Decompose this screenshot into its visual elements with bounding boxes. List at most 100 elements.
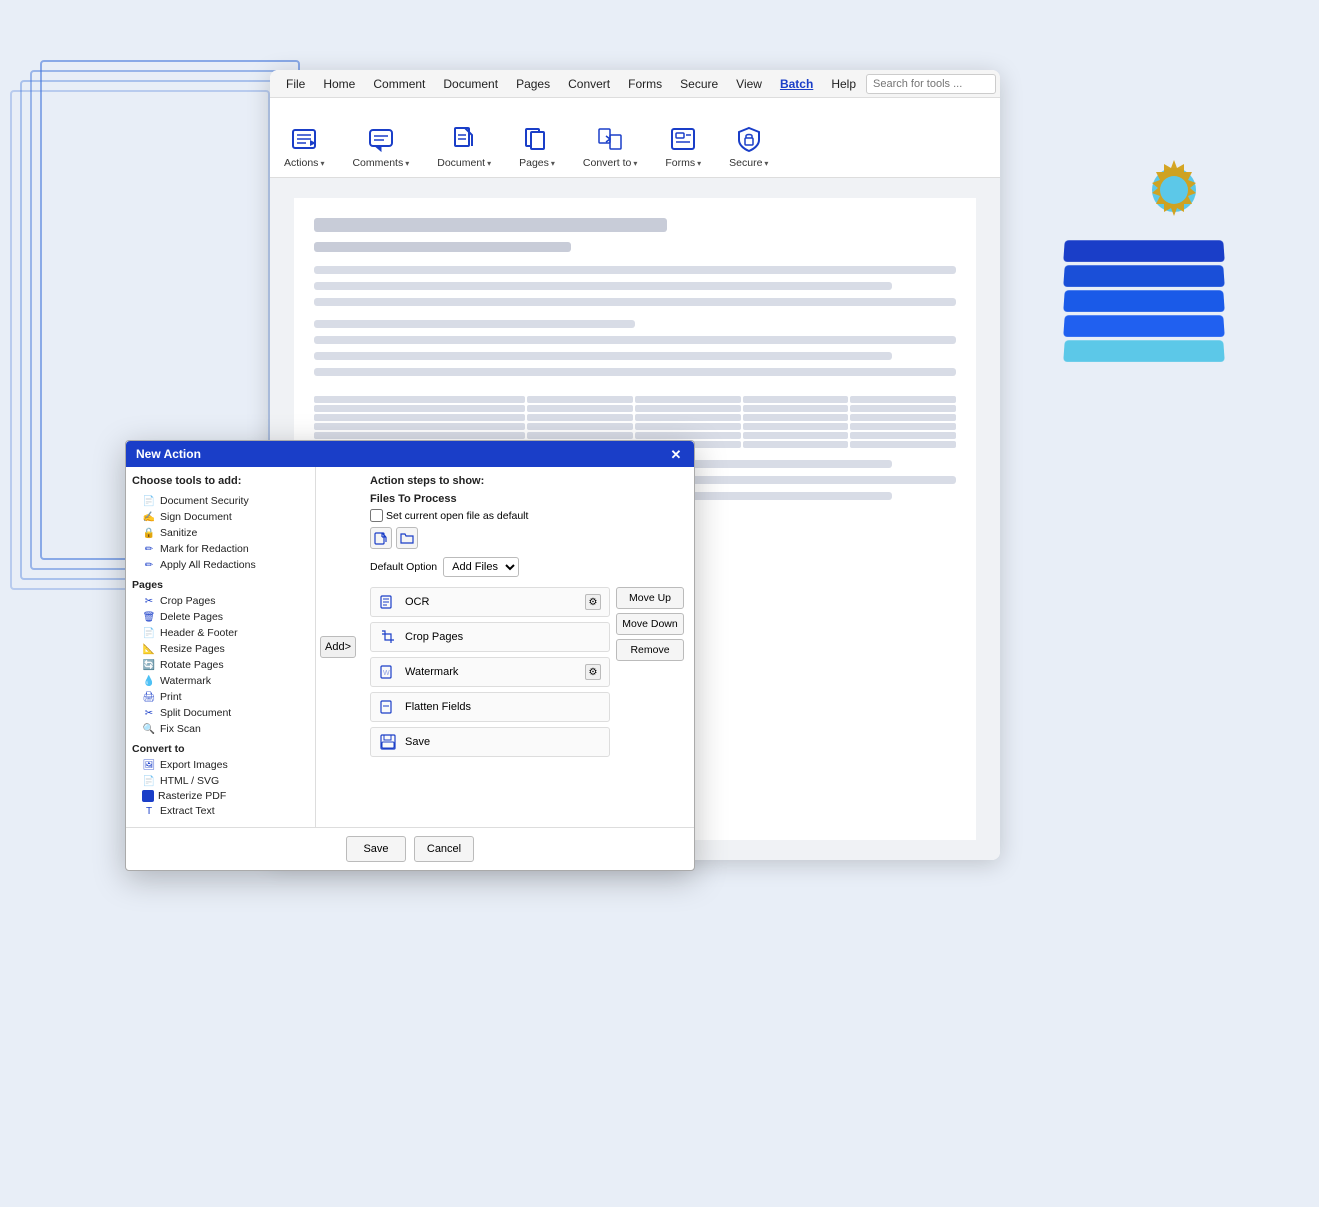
html-svg-icon: 📄 bbox=[142, 774, 156, 788]
menu-forms[interactable]: Forms bbox=[620, 74, 670, 94]
tool-resize-pages[interactable]: 📐 Resize Pages bbox=[132, 641, 309, 657]
dialog-save-button[interactable]: Save bbox=[346, 836, 406, 862]
apply-redactions-icon: ✏ bbox=[142, 558, 156, 572]
action-step-save[interactable]: Save bbox=[370, 727, 610, 757]
rasterize-pdf-icon bbox=[142, 790, 154, 802]
pdf-cell bbox=[527, 423, 633, 430]
pdf-cell bbox=[527, 396, 633, 403]
tool-delete-pages[interactable]: 🗑 Delete Pages bbox=[132, 609, 309, 625]
comments-icon bbox=[365, 123, 397, 155]
tool-sanitize[interactable]: 🔒 Sanitize bbox=[132, 525, 309, 541]
tool-document-security[interactable]: 📄 Document Security bbox=[132, 493, 309, 509]
ocr-settings-button[interactable]: ⚙ bbox=[585, 594, 601, 610]
fix-scan-icon: 🔍 bbox=[142, 722, 156, 736]
action-step-crop-left: Crop Pages bbox=[379, 628, 463, 646]
pdf-cell bbox=[743, 432, 849, 439]
dialog-close-button[interactable]: ✕ bbox=[668, 446, 684, 462]
pdf-cell bbox=[850, 432, 956, 439]
tool-rotate-pages[interactable]: 🔄 Rotate Pages bbox=[132, 657, 309, 673]
pdf-cell bbox=[635, 432, 741, 439]
dialog-cancel-button[interactable]: Cancel bbox=[414, 836, 474, 862]
pdf-line-2 bbox=[314, 282, 892, 290]
tool-extract-text[interactable]: T Extract Text bbox=[132, 803, 309, 819]
pdf-cell bbox=[314, 405, 525, 412]
toolbar-forms-button[interactable]: Forms ▾ bbox=[659, 119, 707, 173]
tool-split-document[interactable]: ✂ Split Document bbox=[132, 705, 309, 721]
menu-comment[interactable]: Comment bbox=[365, 74, 433, 94]
toolbar-convert-button[interactable]: Convert to ▾ bbox=[577, 119, 643, 173]
move-up-button[interactable]: Move Up bbox=[616, 587, 684, 609]
menu-help[interactable]: Help bbox=[823, 74, 864, 94]
pdf-cell bbox=[850, 423, 956, 430]
menu-pages[interactable]: Pages bbox=[508, 74, 558, 94]
toolbar-secure-button[interactable]: Secure ▾ bbox=[723, 119, 774, 173]
action-step-ocr[interactable]: OCR ⚙ bbox=[370, 587, 610, 617]
folder-icon-button[interactable] bbox=[396, 527, 418, 549]
toolbar-pages-button[interactable]: Pages ▾ bbox=[513, 119, 561, 173]
pages-icon bbox=[521, 123, 553, 155]
tool-header-footer[interactable]: 📄 Header & Footer bbox=[132, 625, 309, 641]
pdf-cell bbox=[527, 414, 633, 421]
save-step-icon bbox=[379, 733, 397, 751]
menu-view[interactable]: View bbox=[728, 74, 770, 94]
pdf-cell bbox=[314, 423, 525, 430]
pdf-line-3 bbox=[314, 298, 956, 306]
tool-fix-scan[interactable]: 🔍 Fix Scan bbox=[132, 721, 309, 737]
tool-print[interactable]: 🖨 Print bbox=[132, 689, 309, 705]
tool-mark-redaction[interactable]: ✏ Mark for Redaction bbox=[132, 541, 309, 557]
steps-area: OCR ⚙ Crop Pages bbox=[370, 587, 684, 762]
action-step-watermark[interactable]: W Watermark ⚙ bbox=[370, 657, 610, 687]
pdf-cell bbox=[850, 441, 956, 448]
extract-text-icon: T bbox=[142, 804, 156, 818]
tool-html-svg[interactable]: 📄 HTML / SVG bbox=[132, 773, 309, 789]
pdf-line-5 bbox=[314, 336, 956, 344]
dialog-title-bar: New Action ✕ bbox=[126, 441, 694, 467]
menu-file[interactable]: File bbox=[278, 74, 313, 94]
action-steps-list: OCR ⚙ Crop Pages bbox=[370, 587, 610, 762]
remove-button[interactable]: Remove bbox=[616, 639, 684, 661]
dialog-footer: Save Cancel bbox=[126, 827, 694, 870]
menu-document[interactable]: Document bbox=[435, 74, 506, 94]
default-option-select[interactable]: Add Files bbox=[443, 557, 519, 577]
action-step-crop[interactable]: Crop Pages bbox=[370, 622, 610, 652]
menu-home[interactable]: Home bbox=[315, 74, 363, 94]
tool-export-images[interactable]: 🖼 Export Images bbox=[132, 757, 309, 773]
crop-step-icon bbox=[379, 628, 397, 646]
actions-chevron: ▾ bbox=[320, 159, 324, 168]
add-tool-button[interactable]: Add> bbox=[320, 636, 356, 658]
toolbar-forms-label: Forms ▾ bbox=[665, 157, 701, 169]
move-down-button[interactable]: Move Down bbox=[616, 613, 684, 635]
set-current-file-checkbox[interactable] bbox=[370, 509, 383, 522]
menu-convert[interactable]: Convert bbox=[560, 74, 618, 94]
pdf-cell bbox=[743, 414, 849, 421]
watermark-settings-button[interactable]: ⚙ bbox=[585, 664, 601, 680]
toolbar-comments-button[interactable]: Comments ▾ bbox=[346, 119, 415, 173]
rotate-pages-icon: 🔄 bbox=[142, 658, 156, 672]
toolbar-document-button[interactable]: Document ▾ bbox=[431, 119, 497, 173]
add-file-icon-button[interactable] bbox=[370, 527, 392, 549]
toolbar-actions-button[interactable]: Actions ▾ bbox=[278, 119, 330, 173]
tool-sign-document[interactable]: ✍ Sign Document bbox=[132, 509, 309, 525]
sign-document-icon: ✍ bbox=[142, 510, 156, 524]
forms-chevron: ▾ bbox=[697, 159, 701, 168]
document-icon bbox=[448, 123, 480, 155]
default-option-label: Default Option bbox=[370, 561, 437, 573]
add-button-container: Add> bbox=[316, 467, 360, 827]
tool-crop-pages[interactable]: ✂ Crop Pages bbox=[132, 593, 309, 609]
secure-chevron: ▾ bbox=[764, 159, 768, 168]
action-step-watermark-left: W Watermark bbox=[379, 663, 458, 681]
file-checkbox-container: Set current open file as default bbox=[370, 509, 684, 522]
action-step-flatten[interactable]: Flatten Fields bbox=[370, 692, 610, 722]
tool-apply-redactions[interactable]: ✏ Apply All Redactions bbox=[132, 557, 309, 573]
document-security-icon: 📄 bbox=[142, 494, 156, 508]
menu-secure[interactable]: Secure bbox=[672, 74, 726, 94]
crop-pages-icon: ✂ bbox=[142, 594, 156, 608]
tool-watermark[interactable]: 💧 Watermark bbox=[132, 673, 309, 689]
menu-search-input[interactable] bbox=[866, 74, 996, 94]
set-current-file-label: Set current open file as default bbox=[386, 510, 528, 522]
files-section-title: Files To Process bbox=[370, 493, 684, 505]
steps-header: Action steps to show: bbox=[370, 475, 684, 487]
menu-batch[interactable]: Batch bbox=[772, 74, 821, 94]
tool-rasterize-pdf[interactable]: Rasterize PDF bbox=[132, 789, 309, 803]
pdf-cell bbox=[850, 405, 956, 412]
